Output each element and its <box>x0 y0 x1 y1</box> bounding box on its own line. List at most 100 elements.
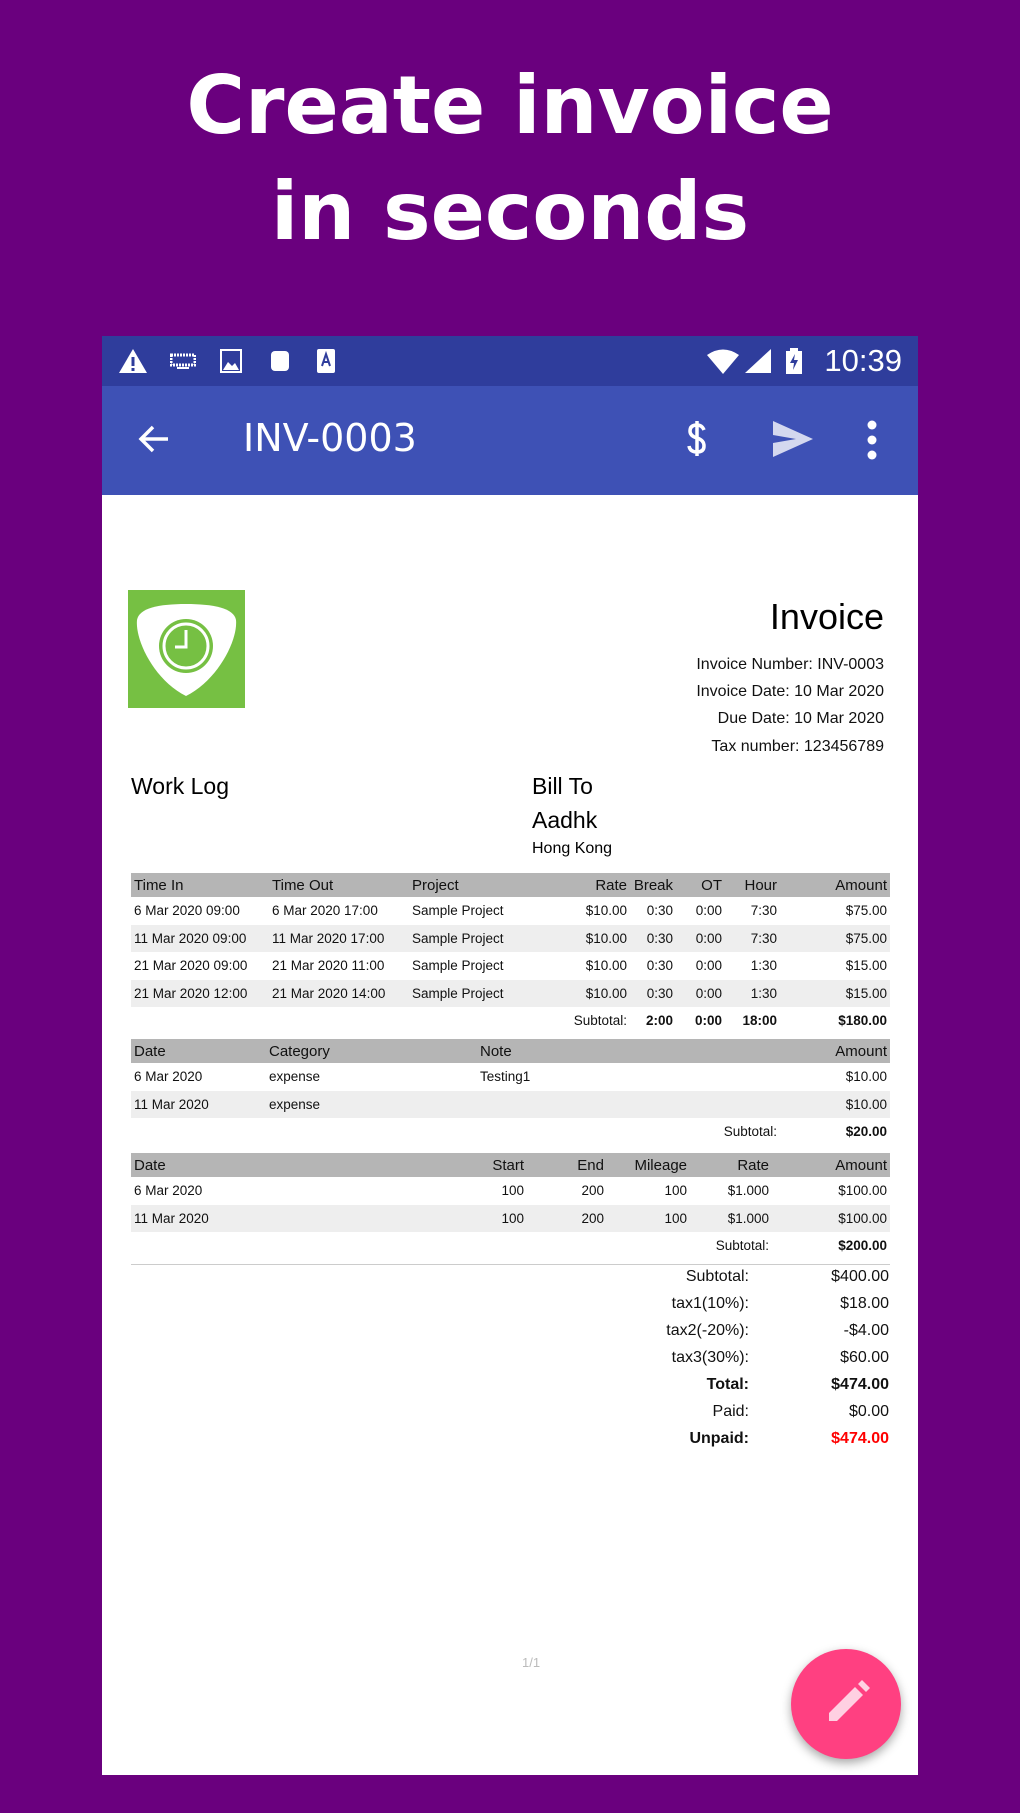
table-cell: 0:00 <box>676 924 725 952</box>
subtotal-ot: 0:00 <box>694 1013 722 1029</box>
client-address: Hong Kong <box>532 840 613 857</box>
totals-row: Total: $474.00 <box>502 1376 889 1403</box>
table-cell: $100.00 <box>772 1204 890 1232</box>
table-cell: 100 <box>501 1183 524 1199</box>
text-notification-icon <box>317 349 335 373</box>
table-cell: 7:30 <box>750 903 777 919</box>
headline-line-2: in seconds <box>270 165 750 258</box>
totals-label: Unpaid: <box>689 1430 749 1447</box>
table-row: 21 Mar 2020 09:00 21 Mar 2020 11:00 Sample… <box>131 952 890 980</box>
totals-label: tax3(30%): <box>671 1349 749 1366</box>
client-name: Aadhk <box>532 807 598 833</box>
table-cell: $10.00 <box>585 958 627 974</box>
wifi-icon <box>707 349 739 374</box>
table-row: 11 Mar 2020 expense $10.00 <box>131 1090 890 1118</box>
totals-row: tax2(-20%): -$4.00 <box>502 1322 889 1349</box>
table-cell: 6 Mar 2020 09:00 <box>134 903 240 919</box>
back-arrow-icon[interactable] <box>138 423 170 455</box>
table-cell: 6 Mar 2020 17:00 <box>272 903 378 919</box>
table-cell: $10.00 <box>585 903 627 919</box>
column-header: End <box>527 1153 607 1177</box>
table-cell: 6 Mar 2020 <box>134 1183 203 1199</box>
table-cell: 0:00 <box>695 903 722 919</box>
totals-row: tax1(10%): $18.00 <box>502 1295 889 1322</box>
invoice-date: Invoice Date: 10 Mar 2020 <box>696 683 884 700</box>
table-cell: 100 <box>607 1204 690 1232</box>
totals-label: Subtotal: <box>685 1268 749 1285</box>
subtotal-label: Subtotal: <box>715 1238 769 1254</box>
payment-dollar-icon[interactable] <box>682 416 712 462</box>
subtotal-amount: $180.00 <box>838 1013 887 1029</box>
table-cell: 21 Mar 2020 12:00 <box>131 979 269 1007</box>
table-cell: 21 Mar 2020 14:00 <box>269 979 409 1007</box>
battery-charging-icon <box>786 348 802 374</box>
table-header-row: Time In Time Out Project Rate Break OT Hour Amo… <box>131 873 890 897</box>
table-cell: 11 Mar 2020 17:00 <box>269 924 409 952</box>
table-cell: 11 Mar 2020 <box>131 1204 461 1232</box>
table-cell: 1:30 <box>725 979 780 1007</box>
table-cell: $75.00 <box>780 924 890 952</box>
table-cell: 100 <box>461 1204 527 1232</box>
edit-button[interactable] <box>791 1649 901 1759</box>
subtotal-label: Subtotal: <box>723 1124 777 1140</box>
column-header: Rate <box>569 873 630 897</box>
table-cell: $1.000 <box>727 1183 769 1199</box>
signal-icon <box>745 349 771 373</box>
table-cell: expense <box>269 1069 321 1085</box>
totals-label: Paid: <box>712 1403 749 1420</box>
table-header-row: Date Category Note Amount <box>131 1039 890 1063</box>
table-cell: $15.00 <box>780 979 890 1007</box>
table-cell: 0:30 <box>646 903 673 919</box>
table-row: 6 Mar 2020 100 200 100 $1.000 $100.00 <box>131 1177 890 1205</box>
table-cell: 6 Mar 2020 <box>134 1069 203 1085</box>
table-cell: 11 Mar 2020 09:00 <box>131 924 269 952</box>
totals-label: tax1(10%): <box>671 1295 749 1312</box>
totals-value: $474.00 <box>831 1430 889 1447</box>
column-header: Rate <box>690 1153 772 1177</box>
subtotal-hour: 18:00 <box>742 1013 777 1029</box>
column-header: Time In <box>131 873 269 897</box>
table-cell: Sample Project <box>409 924 569 952</box>
send-icon[interactable] <box>772 420 814 458</box>
status-bar: 10:39 <box>102 336 918 386</box>
column-header: Time Out <box>269 873 409 897</box>
page-indicator: 1/1 <box>522 1655 541 1670</box>
column-header: Category <box>266 1039 477 1063</box>
table-row: 6 Mar 2020 09:00 6 Mar 2020 17:00 Sample P… <box>131 897 890 925</box>
column-header: Mileage <box>607 1153 690 1177</box>
totals-value: $400.00 <box>831 1268 889 1285</box>
table-cell: $10.00 <box>845 1069 887 1085</box>
table-cell: 200 <box>581 1183 604 1199</box>
column-header: Amount <box>780 873 890 897</box>
table-header-row: Date Start End Mileage Rate Amount <box>131 1153 890 1177</box>
table-cell: $15.00 <box>845 958 887 974</box>
table-cell: $10.00 <box>569 924 630 952</box>
table-cell: 21 Mar 2020 09:00 <box>134 958 248 974</box>
table-cell: $1.000 <box>690 1204 772 1232</box>
column-header: Amount <box>772 1153 890 1177</box>
expense-table: Date Category Note Amount 6 Mar 2020 expense T… <box>131 1039 890 1146</box>
invoice-heading: Invoice <box>769 596 884 637</box>
mileage-table: Date Start End Mileage Rate Amount 6 Mar 2020 1… <box>131 1153 890 1260</box>
subtotal-row: Subtotal: $200.00 <box>131 1232 890 1260</box>
table-cell: 0:30 <box>630 979 676 1007</box>
keyboard-icon <box>170 353 196 369</box>
table-cell: expense <box>266 1090 477 1118</box>
app-notification-icon <box>271 351 289 371</box>
warning-icon <box>119 349 147 373</box>
table-cell: 0:00 <box>695 958 722 974</box>
totals-row: Unpaid: $474.00 <box>502 1430 889 1457</box>
table-cell: 1:30 <box>750 958 777 974</box>
table-cell: 21 Mar 2020 11:00 <box>272 958 385 974</box>
column-header: Project <box>409 873 569 897</box>
totals-value: -$4.00 <box>843 1322 889 1339</box>
tax-number: Tax number: 123456789 <box>711 738 884 755</box>
image-icon <box>220 349 242 373</box>
table-cell: 100 <box>664 1183 687 1199</box>
more-options-icon[interactable] <box>866 420 878 460</box>
table-cell: Sample Project <box>409 979 569 1007</box>
totals-value: $18.00 <box>840 1295 889 1312</box>
from-company: Work Log <box>131 773 230 799</box>
subtotal-amount: $200.00 <box>838 1238 887 1254</box>
subtotal-row: Subtotal: $20.00 <box>131 1118 890 1146</box>
